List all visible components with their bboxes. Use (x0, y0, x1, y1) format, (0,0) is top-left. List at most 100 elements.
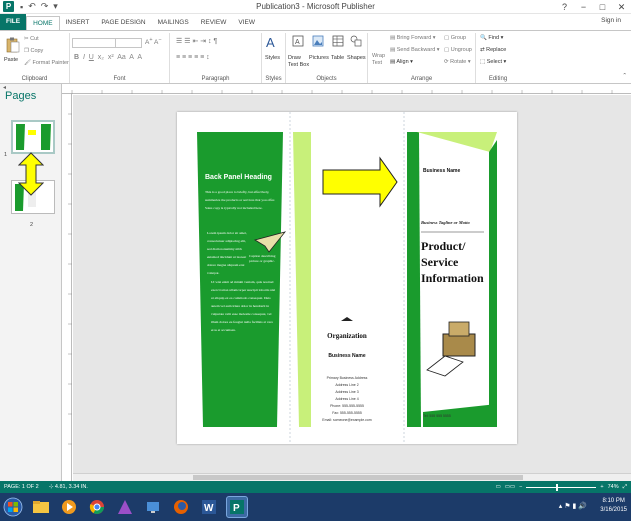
taskbar-network[interactable] (142, 496, 164, 518)
taskbar-word[interactable]: W (198, 496, 220, 518)
send-backward-button[interactable]: ▤ Send Backward ▾ (390, 47, 440, 53)
publisher-app-icon[interactable]: P (3, 1, 14, 12)
pages-pane-title: Pages (5, 90, 37, 102)
publication-workspace[interactable]: Back Panel Heading This is a good place … (73, 95, 631, 473)
group-button[interactable]: ▢ Group (444, 35, 466, 41)
zoom-in-button[interactable]: + (600, 484, 603, 490)
view-single-page-icon[interactable]: ▭ (496, 484, 501, 490)
taskbar-file-explorer[interactable] (30, 496, 52, 518)
tab-mailings[interactable]: MAILINGS (152, 16, 195, 30)
draw-text-box-button[interactable]: Draw Text Box (288, 55, 310, 69)
table-icon[interactable] (332, 35, 344, 47)
picture-caption[interactable]: Caption describing picture or graphic. (249, 254, 279, 264)
tab-review[interactable]: REVIEW (195, 16, 233, 30)
styles-button[interactable]: Styles (265, 55, 280, 61)
middle-business-name[interactable]: Business Name (314, 353, 380, 359)
minimize-button[interactable]: − (574, 0, 593, 14)
business-tagline[interactable]: Business Tagline or Motto (421, 220, 470, 225)
tab-home[interactable]: HOME (26, 16, 60, 30)
app-purple-icon (118, 500, 132, 514)
cut-button[interactable]: ✂ Cut (24, 36, 39, 42)
format-painter-button[interactable]: 🖌 Format Painter (24, 60, 69, 66)
font-group-label: Font (113, 76, 126, 82)
system-tray-clock[interactable]: 8:10 PM 3/16/2015 (600, 497, 627, 515)
save-icon[interactable]: ▪ (20, 2, 23, 12)
wrap-text-button[interactable]: Wrap Text (372, 53, 388, 67)
shapes-icon[interactable] (350, 35, 362, 47)
page-thumbnail-1[interactable] (11, 120, 55, 154)
horizontal-scrollbar[interactable] (73, 473, 631, 481)
group-label: Group (450, 35, 467, 41)
rotate-label: Rotate (450, 59, 467, 65)
taskbar-app-purple[interactable] (114, 496, 136, 518)
help-button[interactable]: ? (555, 0, 574, 14)
firefox-icon (174, 500, 188, 514)
tab-view[interactable]: VIEW (232, 16, 261, 30)
sign-in-link[interactable]: Sign in (601, 17, 621, 24)
cover-phone[interactable]: Tel: 555 555 5555 (423, 414, 451, 418)
start-button[interactable] (2, 496, 24, 518)
arrange-group-label: Arrange (410, 76, 433, 82)
bring-forward-button[interactable]: ▤ Bring Forward ▾ (390, 35, 436, 41)
horizontal-scroll-thumb[interactable] (193, 475, 523, 480)
paste-button[interactable]: Paste (4, 57, 18, 63)
taskbar-publisher[interactable]: P (226, 496, 248, 518)
email-line: Email: someone@example.com (322, 418, 372, 422)
pictures-icon[interactable] (312, 35, 324, 47)
styles-group-label: Styles (265, 76, 282, 82)
tab-page-design[interactable]: PAGE DESIGN (95, 16, 151, 30)
close-button[interactable]: ✕ (612, 0, 631, 14)
table-button[interactable]: Table (331, 55, 344, 61)
grow-font-icon[interactable]: A+ A− (145, 37, 161, 46)
maximize-button[interactable]: □ (593, 0, 612, 14)
list-buttons[interactable]: ☰ ☰ ⇤ ⇥ ↕ ¶ (176, 37, 217, 45)
taskbar-firefox[interactable] (170, 496, 192, 518)
zoom-slider-thumb[interactable] (556, 483, 559, 491)
font-format-buttons[interactable]: B I U x₂ x² Aa A A (74, 54, 142, 61)
product-title[interactable]: Product/ Service Information (421, 238, 484, 286)
paragraph-group-label: Paragraph (201, 76, 230, 82)
address-line-3: Address Line 3 (335, 390, 359, 394)
back-panel-body-full[interactable]: Ut wisi enim ad minim veniam, quis nostr… (211, 278, 277, 334)
font-size-dropdown[interactable] (115, 38, 141, 48)
back-panel-body-left[interactable]: Lorem ipsum dolor sit amet, consectetuer… (207, 229, 251, 277)
redo-icon[interactable]: ↷ (41, 1, 49, 12)
ungroup-button[interactable]: ▢ Ungroup (444, 47, 472, 53)
horizontal-ruler[interactable] (62, 84, 631, 94)
vertical-ruler[interactable] (62, 94, 72, 481)
organization-name[interactable]: Organization (314, 332, 380, 340)
replace-button[interactable]: ⇄ Replace (480, 47, 506, 53)
zoom-slider[interactable] (526, 483, 597, 491)
zoom-level[interactable]: 74% (608, 484, 619, 490)
cover-business-name[interactable]: Business Name (423, 168, 460, 174)
draw-text-box-icon[interactable]: A (292, 35, 304, 47)
copy-button[interactable]: ❐ Copy (24, 48, 43, 54)
back-panel-heading[interactable]: Back Panel Heading (205, 174, 281, 181)
find-button[interactable]: 🔍 Find ▾ (480, 35, 503, 41)
ribbon: Paste ✂ Cut ❐ Copy 🖌 Format Painter Clip… (0, 30, 631, 84)
align-button[interactable]: ▤ Align ▾ (390, 59, 413, 65)
page-indicator[interactable]: PAGE: 1 OF 2 (4, 484, 39, 490)
taskbar-media-player[interactable] (58, 496, 80, 518)
tab-insert[interactable]: INSERT (60, 16, 96, 30)
bring-forward-label: Bring Forward (396, 35, 432, 41)
tray-icons[interactable]: ▴ ⚑ ▮ 🔊 (559, 502, 587, 510)
pictures-button[interactable]: Pictures (309, 55, 329, 61)
back-panel-intro[interactable]: This is a good place to briefly, but eff… (205, 188, 281, 212)
shapes-button[interactable]: Shapes (347, 55, 366, 61)
customize-qat-icon[interactable]: ▾ (53, 1, 58, 12)
alignment-buttons[interactable]: ≡ ≡ ≡ ≡ ≡ ↕ (176, 54, 210, 61)
tab-file[interactable]: FILE (0, 14, 27, 30)
fit-page-icon[interactable]: ⤢ (623, 484, 627, 491)
undo-icon[interactable]: ↶ (28, 1, 36, 12)
brochure-page[interactable]: Back Panel Heading This is a good place … (177, 112, 517, 444)
select-button[interactable]: ⬚ Select ▾ (480, 59, 506, 65)
view-two-page-icon[interactable]: ▭▭ (505, 484, 515, 490)
paste-icon[interactable] (6, 37, 20, 53)
taskbar-chrome[interactable] (86, 496, 108, 518)
rotate-button[interactable]: ⟳ Rotate ▾ (444, 59, 471, 65)
zoom-out-button[interactable]: − (519, 484, 522, 490)
contact-block[interactable]: Primary Business Address Address Line 2 … (314, 375, 380, 424)
styles-icon[interactable]: A (266, 35, 275, 50)
collapse-ribbon-icon[interactable]: ⌃ (622, 73, 627, 79)
